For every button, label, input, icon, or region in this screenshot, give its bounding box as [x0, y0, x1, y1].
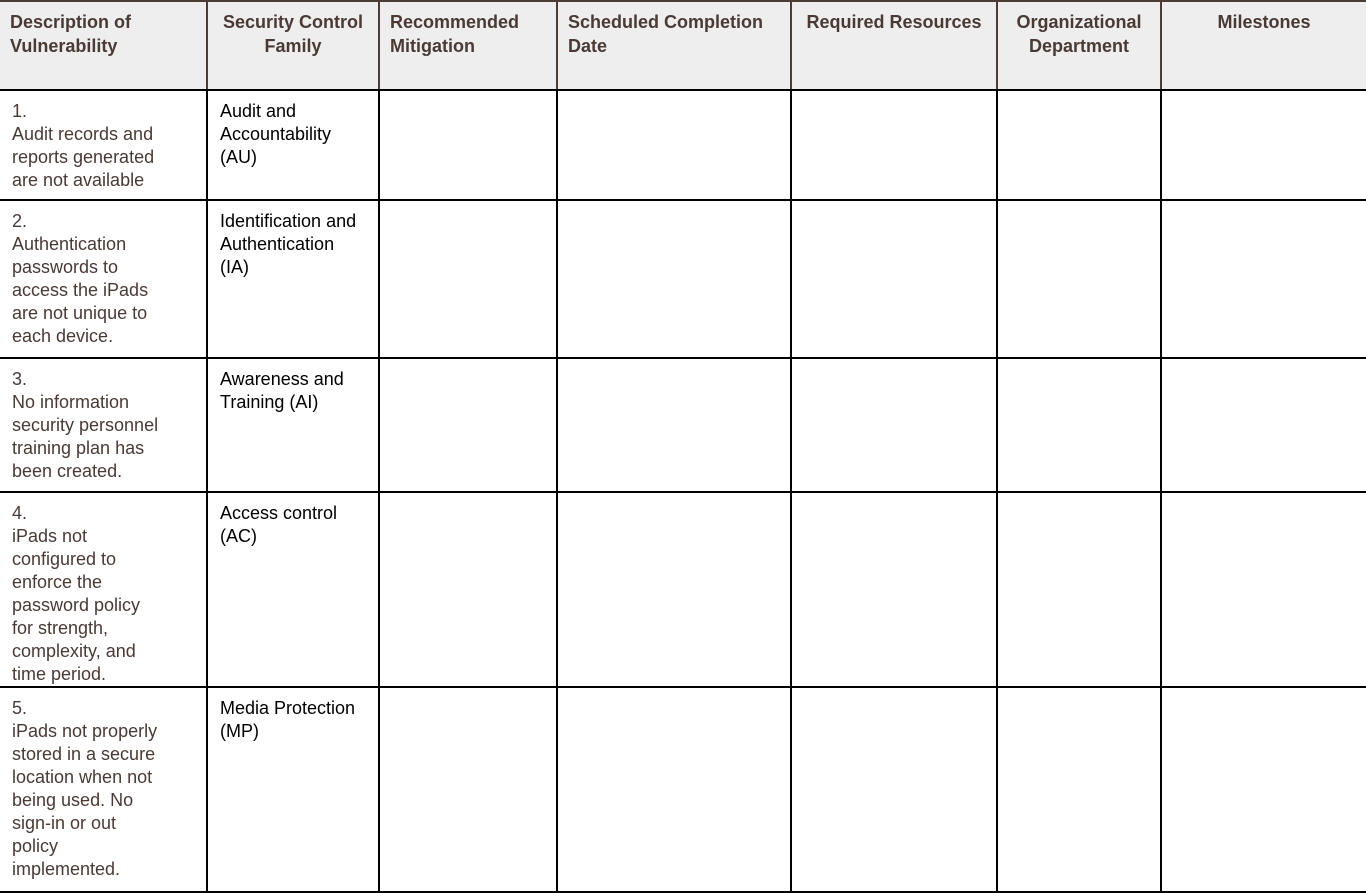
row-number: 3.	[12, 369, 28, 389]
header-milestones: Milestones	[1160, 0, 1366, 91]
row-number: 4.	[12, 503, 28, 523]
cell-security-control-family: Media Protection (MP)	[206, 686, 380, 893]
cell-scheduled-completion-date[interactable]	[556, 357, 792, 493]
row-number: 5.	[12, 698, 28, 718]
table-row: 1. Audit records and reports generated ar…	[0, 89, 1366, 201]
cell-recommended-mitigation[interactable]	[378, 491, 558, 688]
cell-scheduled-completion-date[interactable]	[556, 89, 792, 201]
header-organizational-department: Organizational Department	[996, 0, 1162, 91]
cell-scheduled-completion-date[interactable]	[556, 686, 792, 893]
table-row: 3. No information security personnel trai…	[0, 357, 1366, 493]
vulnerability-description: iPads not properly stored in a secure lo…	[12, 721, 158, 879]
row-number: 2.	[12, 211, 28, 231]
cell-scheduled-completion-date[interactable]	[556, 199, 792, 359]
cell-security-control-family: Audit and Accountability (AU)	[206, 89, 380, 201]
cell-organizational-department[interactable]	[996, 89, 1162, 201]
cell-organizational-department[interactable]	[996, 199, 1162, 359]
cell-description: 4. iPads not configured to enforce the pa…	[0, 491, 208, 688]
cell-description: 1. Audit records and reports generated ar…	[0, 89, 208, 201]
cell-required-resources[interactable]	[790, 199, 998, 359]
cell-description: 2. Authentication passwords to access the…	[0, 199, 208, 359]
vulnerability-description: Audit records and reports generated are …	[12, 124, 155, 190]
header-row: Description of Vulnerability Security Co…	[0, 0, 1366, 91]
cell-recommended-mitigation[interactable]	[378, 686, 558, 893]
table-row: 4. iPads not configured to enforce the pa…	[0, 491, 1366, 688]
cell-milestones[interactable]	[1160, 89, 1366, 201]
table-row: 5. iPads not properly stored in a secure …	[0, 686, 1366, 893]
vulnerability-table: Description of Vulnerability Security Co…	[0, 0, 1366, 893]
cell-recommended-mitigation[interactable]	[378, 357, 558, 493]
cell-security-control-family: Identification and Authentication (IA)	[206, 199, 380, 359]
header-description: Description of Vulnerability	[0, 0, 208, 91]
vulnerability-description: No information security personnel traini…	[12, 392, 159, 481]
table-row: 2. Authentication passwords to access the…	[0, 199, 1366, 359]
vulnerability-description: Authentication passwords to access the i…	[12, 234, 149, 346]
cell-milestones[interactable]	[1160, 199, 1366, 359]
cell-milestones[interactable]	[1160, 491, 1366, 688]
vulnerability-description: iPads not configured to enforce the pass…	[12, 526, 141, 684]
cell-scheduled-completion-date[interactable]	[556, 491, 792, 688]
cell-recommended-mitigation[interactable]	[378, 89, 558, 201]
cell-required-resources[interactable]	[790, 686, 998, 893]
cell-milestones[interactable]	[1160, 357, 1366, 493]
header-recommended-mitigation: Recommended Mitigation	[378, 0, 558, 91]
cell-organizational-department[interactable]	[996, 491, 1162, 688]
header-scheduled-completion-date: Scheduled Completion Date	[556, 0, 792, 91]
header-required-resources: Required Resources	[790, 0, 998, 91]
cell-required-resources[interactable]	[790, 491, 998, 688]
cell-organizational-department[interactable]	[996, 686, 1162, 893]
cell-recommended-mitigation[interactable]	[378, 199, 558, 359]
header-security-control-family: Security Control Family	[206, 0, 380, 91]
cell-security-control-family: Access control (AC)	[206, 491, 380, 688]
cell-milestones[interactable]	[1160, 686, 1366, 893]
cell-required-resources[interactable]	[790, 357, 998, 493]
cell-description: 5. iPads not properly stored in a secure …	[0, 686, 208, 893]
cell-required-resources[interactable]	[790, 89, 998, 201]
cell-organizational-department[interactable]	[996, 357, 1162, 493]
cell-security-control-family: Awareness and Training (AI)	[206, 357, 380, 493]
cell-description: 3. No information security personnel trai…	[0, 357, 208, 493]
row-number: 1.	[12, 101, 28, 121]
